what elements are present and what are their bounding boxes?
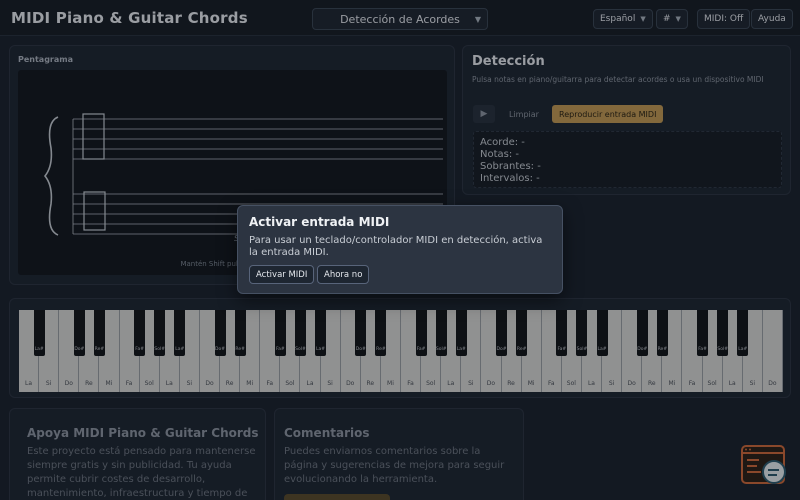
midi-activation-dialog: Activar entrada MIDI Para usar un teclad… (237, 205, 563, 294)
activate-midi-button[interactable]: Activar MIDI (249, 265, 315, 284)
dialog-text: Para usar un teclado/controlador MIDI en… (249, 235, 543, 258)
dialog-title: Activar entrada MIDI (249, 215, 390, 229)
dismiss-button[interactable]: Ahora no (317, 265, 370, 284)
